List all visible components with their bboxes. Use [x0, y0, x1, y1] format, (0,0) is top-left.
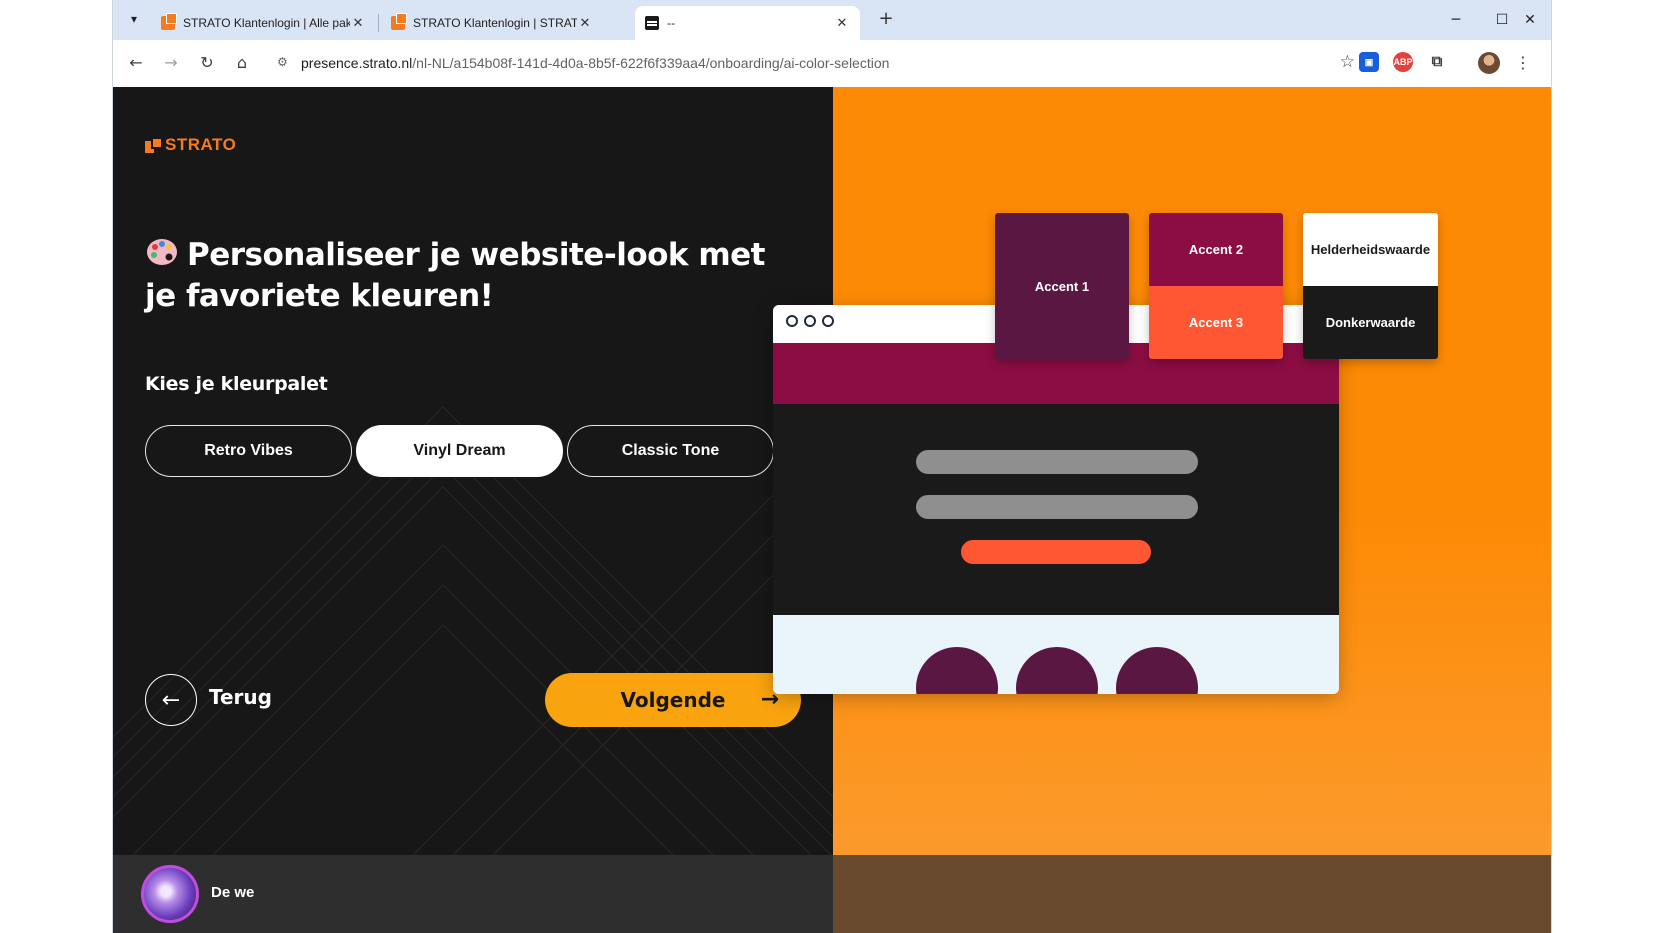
ai-assistant-avatar-icon[interactable]	[141, 865, 199, 923]
page-favicon-icon	[645, 16, 659, 30]
palette-option-retro-vibes[interactable]: Retro Vibes	[145, 425, 352, 477]
new-tab-plus-icon[interactable]: +	[875, 8, 897, 30]
mockup-text-line	[916, 495, 1198, 519]
mockup-window-dot	[822, 315, 834, 327]
tab-title: STRATO Klantenlogin | STRATO	[413, 16, 577, 30]
swatch-accent-1-label: Accent 1	[995, 213, 1129, 359]
assistant-bar: De we	[113, 855, 833, 933]
tab-divider	[378, 14, 379, 32]
tab-strato-login[interactable]: STRATO Klantenlogin | STRATO ✕	[381, 6, 603, 40]
swatch-dark-label[interactable]: Donkerwaarde	[1303, 286, 1438, 359]
close-tab-icon[interactable]: ✕	[350, 15, 366, 31]
mockup-content-area	[773, 404, 1339, 615]
swatch-light-label[interactable]: Helderheidswaarde	[1303, 213, 1438, 286]
browser-toolbar: ← → ↻ ⌂ ⚙ presence.strato.nl/nl-NL/a154b…	[113, 40, 1551, 87]
page-title: Personaliseer je website-look met je fav…	[145, 235, 795, 317]
site-settings-icon[interactable]: ⚙	[277, 55, 293, 71]
mockup-cta-button	[961, 540, 1151, 564]
back-button-label[interactable]: Terug	[209, 685, 272, 709]
onboarding-panel: STRATO Personaliseer je website-look met…	[113, 87, 833, 855]
minimize-icon[interactable]: ─	[1433, 6, 1479, 34]
forward-arrow-icon[interactable]: →	[159, 51, 183, 75]
home-icon[interactable]: ⌂	[230, 51, 254, 75]
screen: ▾ STRATO Klantenlogin | Alle pakketten ✕…	[0, 0, 1659, 933]
strato-logo[interactable]: STRATO	[145, 135, 236, 155]
tab-active-page[interactable]: -- ✕	[635, 6, 860, 40]
close-tab-icon[interactable]: ✕	[577, 15, 593, 31]
browser-menu-icon[interactable]: ⋮	[1513, 52, 1533, 74]
page-content: STRATO Personaliseer je website-look met…	[113, 87, 1551, 933]
strato-favicon-icon	[161, 13, 177, 30]
back-arrow-icon: ←	[161, 687, 181, 713]
swatch-accent-1[interactable]: Accent 1	[995, 213, 1129, 359]
back-arrow-icon[interactable]: ←	[124, 51, 148, 75]
assistant-message: De we	[211, 884, 255, 901]
strato-logo-mark-icon	[145, 137, 163, 153]
url-text[interactable]: presence.strato.nl/nl-NL/a154b08f-141d-4…	[301, 55, 889, 71]
close-window-icon[interactable]: ✕	[1507, 6, 1551, 34]
adblock-plus-icon[interactable]: ABP	[1393, 52, 1413, 72]
browser-window: ▾ STRATO Klantenlogin | Alle pakketten ✕…	[112, 0, 1552, 933]
preview-footer-overlay	[833, 855, 1551, 933]
back-button[interactable]: ←	[145, 674, 197, 726]
logo-text: STRATO	[165, 135, 237, 154]
swatch-accent-3-label[interactable]: Accent 3	[1149, 286, 1283, 359]
strato-favicon-icon	[391, 13, 407, 30]
palette-emoji-icon	[147, 239, 177, 265]
url-path: /nl-NL/a154b08f-141d-4d0a-8b5f-622f6f339…	[412, 55, 890, 71]
mockup-text-line	[916, 450, 1198, 474]
mockup-window-dot	[786, 315, 798, 327]
tab-title: STRATO Klantenlogin | Alle pakketten	[183, 16, 350, 30]
next-button-label: Volgende	[620, 688, 726, 712]
bookmark-star-icon[interactable]: ☆	[1340, 52, 1355, 72]
palette-option-classic-tone[interactable]: Classic Tone	[567, 425, 774, 477]
address-bar[interactable]: ⚙ presence.strato.nl/nl-NL/a154b08f-141d…	[265, 46, 1445, 80]
close-tab-icon[interactable]: ✕	[834, 15, 850, 31]
reload-icon[interactable]: ↻	[195, 51, 219, 75]
url-host: presence.strato.nl	[301, 55, 413, 71]
profile-avatar[interactable]	[1478, 52, 1500, 74]
swatch-light-dark[interactable]: Helderheidswaarde Donkerwaarde	[1303, 213, 1438, 359]
palette-section-label: Kies je kleurpalet	[145, 373, 328, 395]
tab-search-chevron-icon[interactable]: ▾	[123, 8, 145, 30]
extensions-puzzle-icon[interactable]: ⧉	[1427, 52, 1447, 72]
swatch-accent-2-3[interactable]: Accent 2 Accent 3	[1149, 213, 1283, 359]
tab-strip: ▾ STRATO Klantenlogin | Alle pakketten ✕…	[113, 0, 1551, 40]
bitwarden-icon[interactable]: ▣	[1359, 52, 1379, 72]
palette-option-vinyl-dream[interactable]: Vinyl Dream	[356, 425, 563, 477]
website-preview-mockup	[773, 305, 1339, 694]
tab-strato-packages[interactable]: STRATO Klantenlogin | Alle pakketten ✕	[151, 6, 376, 40]
mockup-window-dot	[804, 315, 816, 327]
next-button[interactable]: Volgende →	[545, 673, 801, 727]
page-title-text: Personaliseer je website-look met je fav…	[145, 237, 765, 314]
tab-title: --	[667, 16, 675, 30]
swatch-accent-2-label[interactable]: Accent 2	[1149, 213, 1283, 286]
